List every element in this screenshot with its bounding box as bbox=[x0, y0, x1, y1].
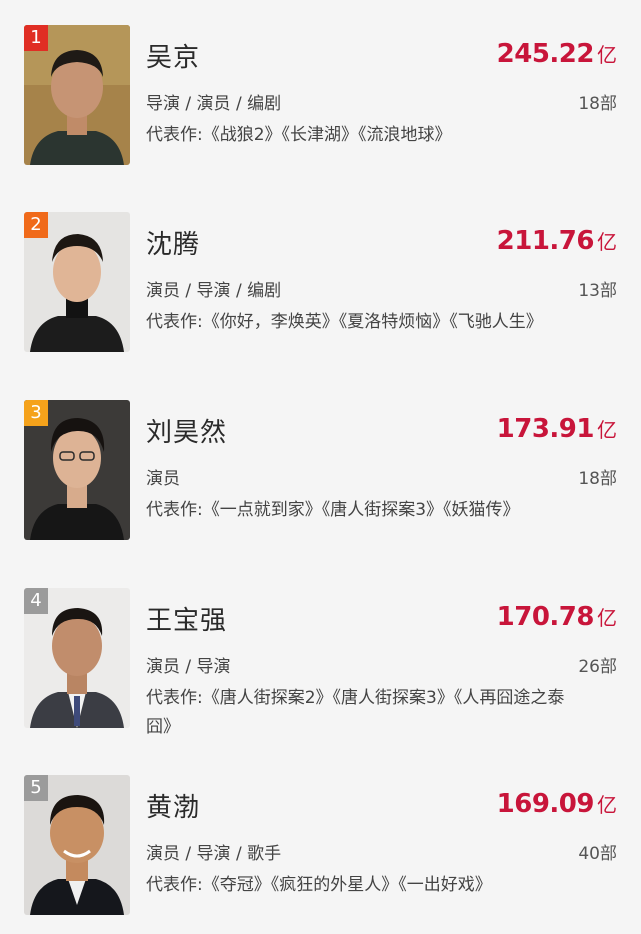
box-office-total: 170.78 亿 bbox=[497, 602, 617, 632]
actor-name[interactable]: 刘昊然 bbox=[146, 412, 227, 449]
film-count: 40部 bbox=[578, 844, 617, 864]
box-office-total: 173.91 亿 bbox=[497, 414, 617, 444]
film-count: 13部 bbox=[578, 281, 617, 301]
box-office-ranking-list: 1 吴京 245.22 亿 导演 / 演员 / 编剧 18部 代表作:《战狼2》《… bbox=[0, 0, 641, 934]
box-office-total: 169.09 亿 bbox=[497, 789, 617, 819]
rank-badge: 1 bbox=[24, 25, 48, 51]
actor-roles: 演员 / 导演 bbox=[146, 657, 231, 677]
actor-name[interactable]: 黄渤 bbox=[146, 787, 200, 824]
ranking-row[interactable]: 5 黄渤 169.09 亿 演员 / 导演 / 歌手 40部 代表作:《夺冠》《疯… bbox=[0, 775, 641, 934]
box-office-unit: 亿 bbox=[597, 793, 617, 817]
actor-roles: 演员 bbox=[146, 469, 180, 489]
rank-badge: 4 bbox=[24, 588, 48, 614]
box-office-unit: 亿 bbox=[597, 230, 617, 254]
actor-photo[interactable]: 1 bbox=[24, 25, 130, 165]
rank-badge: 3 bbox=[24, 400, 48, 426]
actor-name[interactable]: 吴京 bbox=[146, 37, 200, 74]
rank-badge: 5 bbox=[24, 775, 48, 801]
film-count: 26部 bbox=[578, 657, 617, 677]
box-office-amount: 211.76 bbox=[496, 226, 595, 256]
film-count: 18部 bbox=[578, 469, 617, 489]
representative-works: 代表作:《一点就到家》《唐人街探案3》《妖猫传》 bbox=[146, 500, 520, 520]
film-count: 18部 bbox=[578, 94, 617, 114]
box-office-amount: 170.78 bbox=[496, 602, 595, 632]
ranking-row[interactable]: 1 吴京 245.22 亿 导演 / 演员 / 编剧 18部 代表作:《战狼2》《… bbox=[0, 25, 641, 205]
representative-works: 代表作:《你好，李焕英》《夏洛特烦恼》《飞驰人生》 bbox=[146, 312, 543, 332]
box-office-total: 211.76 亿 bbox=[497, 226, 617, 256]
rank-badge: 2 bbox=[24, 212, 48, 238]
actor-photo[interactable]: 4 bbox=[24, 588, 130, 728]
ranking-row[interactable]: 4 王宝强 170.78 亿 演员 / 导演 26部 代表作:《唐人街探案2》《唐… bbox=[0, 588, 641, 768]
box-office-unit: 亿 bbox=[597, 606, 617, 630]
actor-roles: 演员 / 导演 / 编剧 bbox=[146, 281, 282, 301]
actor-roles: 导演 / 演员 / 编剧 bbox=[146, 94, 282, 114]
ranking-row[interactable]: 3 刘昊然 173.91 亿 演员 18部 代表作:《一点就到家》《唐人街探案3》… bbox=[0, 400, 641, 580]
box-office-unit: 亿 bbox=[597, 418, 617, 442]
actor-photo[interactable]: 2 bbox=[24, 212, 130, 352]
box-office-amount: 245.22 bbox=[496, 39, 595, 69]
actor-name[interactable]: 王宝强 bbox=[146, 600, 227, 637]
representative-works: 代表作:《夺冠》《疯狂的外星人》《一出好戏》 bbox=[146, 875, 492, 895]
box-office-amount: 169.09 bbox=[496, 789, 595, 819]
representative-works: 代表作:《唐人街探案2》《唐人街探案3》《人再囧途之泰囧》 bbox=[146, 688, 565, 737]
representative-works: 代表作:《战狼2》《长津湖》《流浪地球》 bbox=[146, 125, 452, 145]
actor-photo[interactable]: 5 bbox=[24, 775, 130, 915]
actor-photo[interactable]: 3 bbox=[24, 400, 130, 540]
box-office-unit: 亿 bbox=[597, 43, 617, 67]
box-office-total: 245.22 亿 bbox=[497, 39, 617, 69]
actor-roles: 演员 / 导演 / 歌手 bbox=[146, 844, 282, 864]
ranking-row[interactable]: 2 沈腾 211.76 亿 演员 / 导演 / 编剧 13部 代表作:《你好，李焕… bbox=[0, 212, 641, 392]
actor-name[interactable]: 沈腾 bbox=[146, 224, 200, 261]
box-office-amount: 173.91 bbox=[496, 414, 595, 444]
